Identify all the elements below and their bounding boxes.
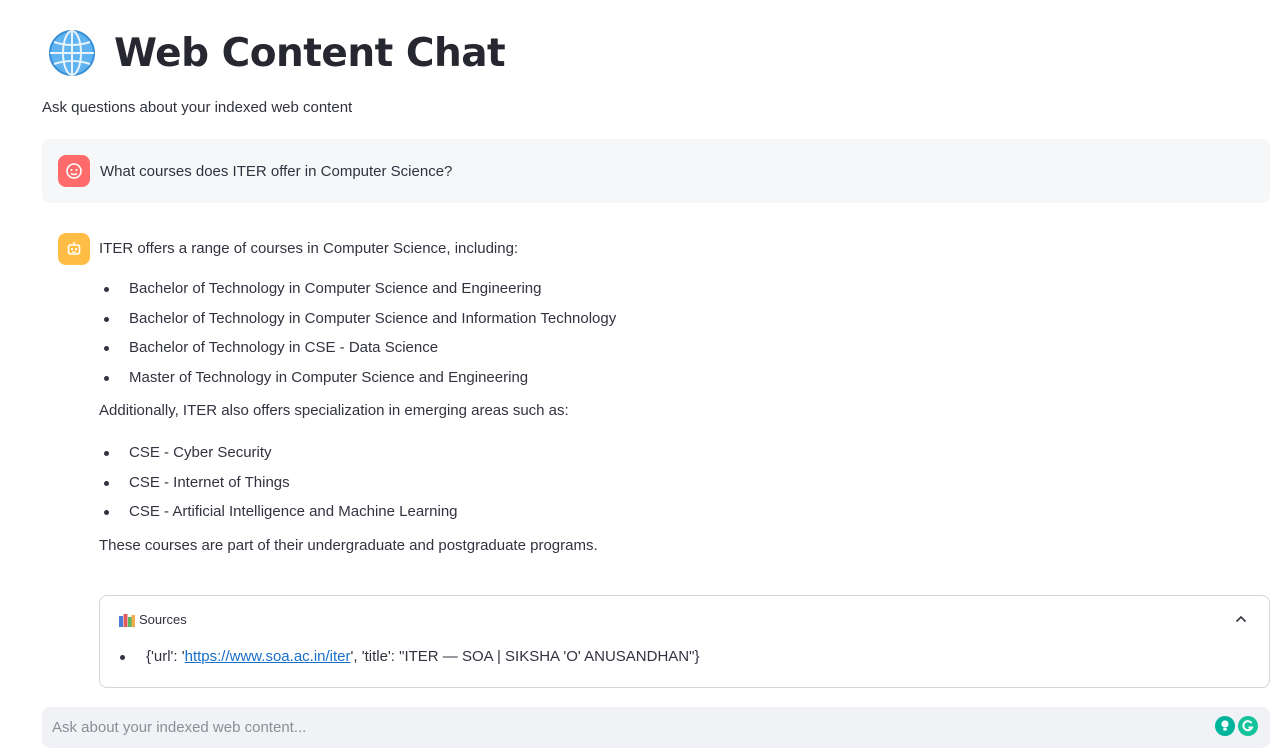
list-item: CSE - Internet of Things (99, 473, 1270, 503)
list-item: Bachelor of Technology in Computer Scien… (99, 279, 1270, 309)
globe-icon (49, 30, 95, 76)
extension-icons (1215, 716, 1258, 736)
page-header: Web Content Chat (48, 28, 506, 78)
grammarly-icon[interactable] (1238, 716, 1258, 736)
assistant-avatar (58, 233, 90, 265)
sources-expander: Sources {'url': 'https://www.soa.ac.in/i… (99, 595, 1270, 688)
specialization-list: CSE - Cyber Security CSE - Internet of T… (99, 443, 1270, 532)
assistant-additional: Additionally, ITER also offers specializ… (99, 402, 569, 419)
source-item: {'url': 'https://www.soa.ac.in/iter', 't… (120, 648, 699, 665)
lightbulb-icon[interactable] (1215, 716, 1235, 736)
course-list: Bachelor of Technology in Computer Scien… (99, 279, 1270, 397)
list-item: Master of Technology in Computer Science… (99, 368, 1270, 398)
page-title: Web Content Chat (114, 30, 506, 76)
robot-icon (67, 242, 81, 255)
list-item: Bachelor of Technology in Computer Scien… (99, 309, 1270, 339)
list-item: CSE - Artificial Intelligence and Machin… (99, 502, 1270, 532)
chat-input-bar (42, 707, 1270, 748)
user-message: What courses does ITER offer in Computer… (42, 139, 1270, 203)
assistant-intro: ITER offers a range of courses in Comput… (99, 240, 519, 257)
user-message-text: What courses does ITER offer in Computer… (100, 162, 453, 180)
source-suffix: ', 'title': "ITER — SOA | SIKSHA 'O' ANU… (350, 648, 700, 665)
source-link[interactable]: https://www.soa.ac.in/iter (185, 648, 351, 665)
sources-label: Sources (139, 612, 187, 627)
user-avatar (58, 155, 90, 187)
user-face-icon (66, 163, 82, 179)
assistant-message-body: ITER offers a range of courses in Comput… (99, 233, 1270, 556)
chevron-up-icon[interactable] (1235, 614, 1247, 624)
assistant-message: ITER offers a range of courses in Comput… (58, 233, 1270, 556)
list-item: Bachelor of Technology in CSE - Data Sci… (99, 338, 1270, 368)
list-item: CSE - Cyber Security (99, 443, 1270, 473)
page-subtitle: Ask questions about your indexed web con… (42, 99, 353, 116)
sources-toggle[interactable]: Sources (119, 612, 187, 627)
chat-input[interactable] (52, 707, 1152, 748)
assistant-closing: These courses are part of their undergra… (99, 536, 598, 554)
source-prefix: {'url': ' (146, 648, 185, 665)
books-icon (119, 613, 135, 627)
